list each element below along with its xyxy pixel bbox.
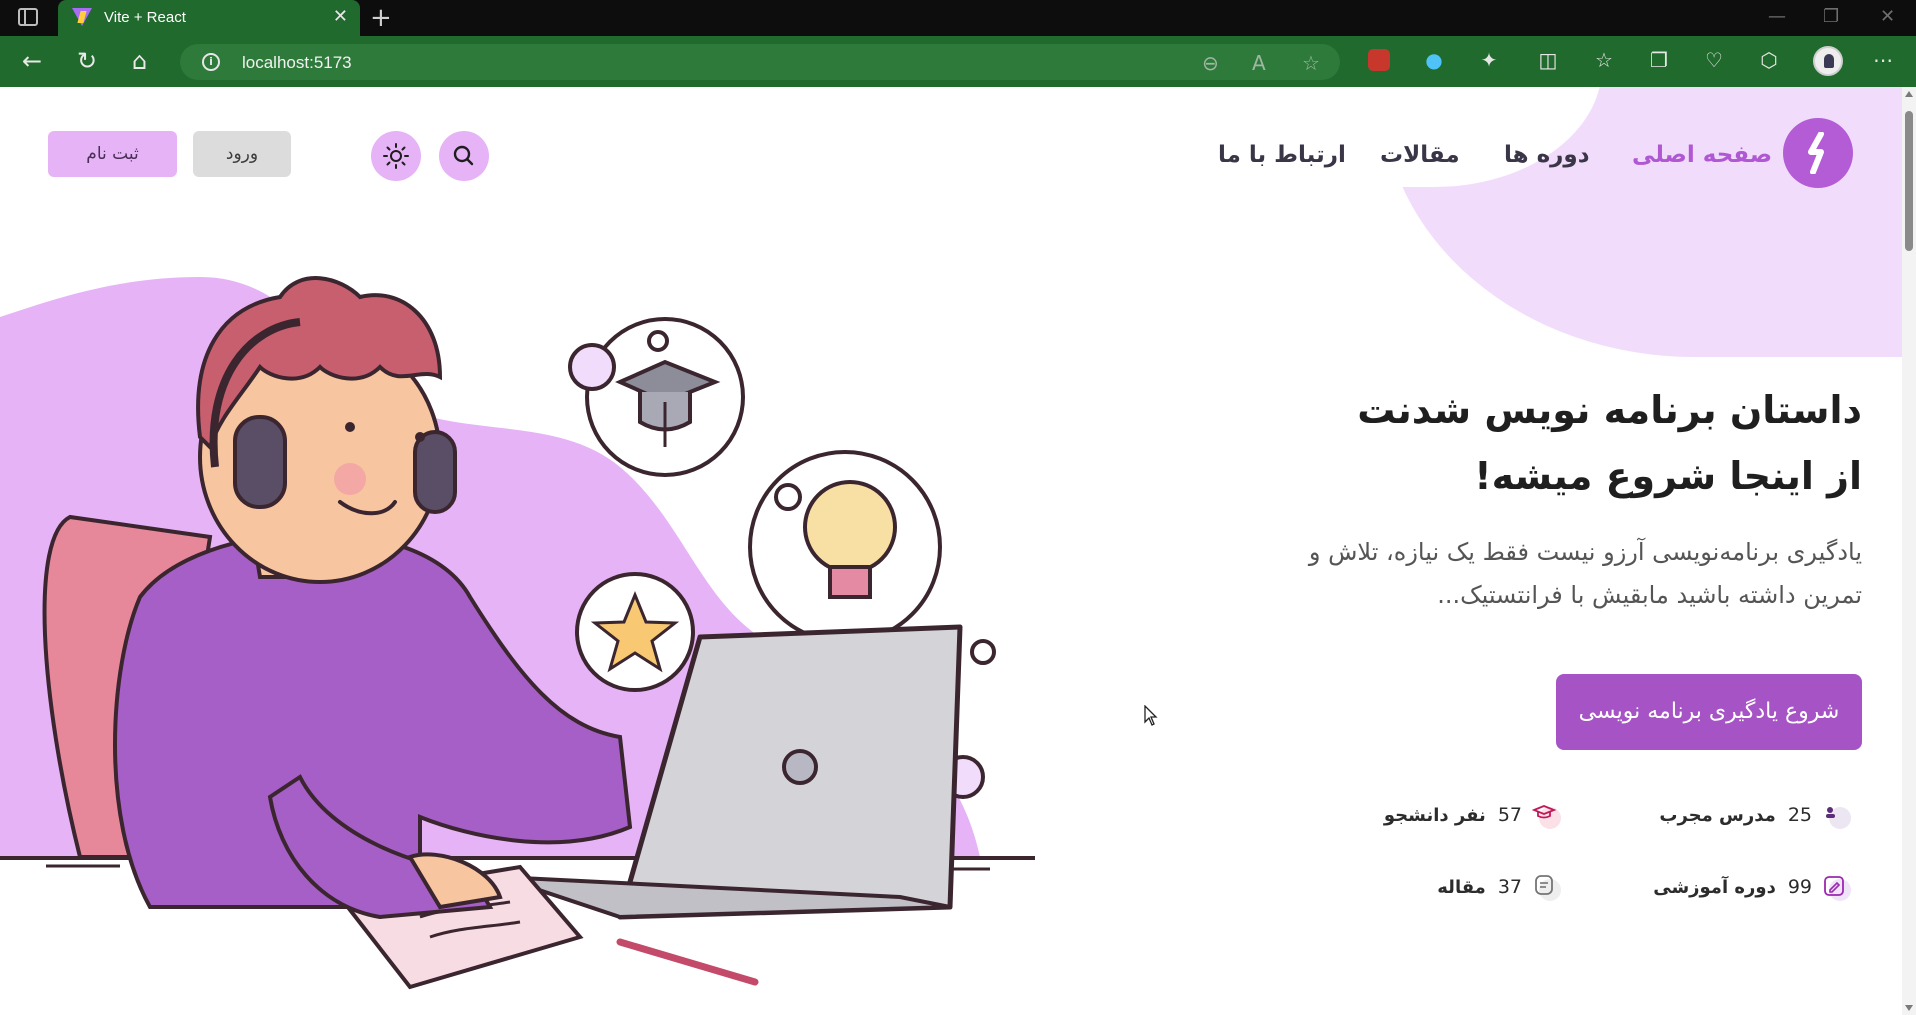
stat-articles-label: مقاله bbox=[1437, 876, 1486, 898]
window-close-icon[interactable]: ✕ bbox=[1880, 6, 1895, 27]
stat-students-label: نفر دانشجو bbox=[1383, 804, 1486, 826]
teacher-icon bbox=[1824, 801, 1852, 829]
collections-icon[interactable]: ❐ bbox=[1646, 47, 1672, 73]
scrollbar-thumb[interactable] bbox=[1905, 111, 1913, 251]
page-viewport: صفحه اصلی دوره ها مقالات ارتباط با ما ور… bbox=[0, 87, 1916, 1015]
graduation-cap-icon bbox=[1531, 801, 1562, 829]
reload-icon[interactable]: ↻ bbox=[77, 46, 97, 76]
sun-icon bbox=[383, 143, 409, 169]
url-text: localhost:5173 bbox=[242, 53, 352, 72]
hero-description: یادگیری برنامه‌نویسی آرزو نیست فقط یک نی… bbox=[1308, 538, 1862, 609]
nav-contact[interactable]: ارتباط با ما bbox=[1218, 142, 1346, 168]
sidebar-toggle-icon[interactable] bbox=[18, 8, 38, 26]
favorites-icon[interactable]: ☆ bbox=[1591, 47, 1617, 73]
search-icon bbox=[453, 145, 474, 166]
mouse-cursor-icon bbox=[1144, 705, 1158, 726]
site-logo[interactable] bbox=[1783, 118, 1853, 188]
hero-title-line-2: از اینجا شروع میشه! bbox=[1474, 454, 1862, 498]
pencil-edit-icon bbox=[1824, 873, 1852, 901]
scroll-up-icon[interactable] bbox=[1905, 91, 1913, 97]
search-button[interactable] bbox=[439, 131, 489, 181]
hero-illustration bbox=[0, 276, 1035, 990]
hero-title-line-1: داستان برنامه نویس شدنت bbox=[1357, 388, 1862, 432]
more-icon[interactable]: ⋯ bbox=[1870, 47, 1896, 73]
zoom-out-icon[interactable]: ⊖ bbox=[1202, 51, 1219, 75]
stat-teachers-label: مدرس مجرب bbox=[1659, 804, 1776, 826]
split-screen-icon[interactable]: ◫ bbox=[1535, 47, 1561, 73]
article-icon bbox=[1534, 873, 1562, 901]
restore-icon[interactable]: ❐ bbox=[1823, 6, 1839, 27]
read-aloud-icon[interactable]: A bbox=[1252, 51, 1266, 75]
stat-courses-value: 99 bbox=[1787, 876, 1812, 898]
extension-red-icon[interactable] bbox=[1368, 49, 1390, 71]
tab-title: Vite + React bbox=[104, 9, 186, 26]
logo-mark-icon bbox=[1808, 132, 1824, 174]
stat-students-value: 57 bbox=[1497, 804, 1522, 826]
stat-courses-label: دوره آموزشی bbox=[1653, 876, 1776, 898]
back-icon[interactable]: ← bbox=[22, 46, 42, 76]
browser-tab[interactable]: Vite + React ✕ bbox=[58, 0, 360, 36]
info-icon[interactable]: i bbox=[202, 53, 220, 71]
favorite-star-icon[interactable]: ☆ bbox=[1302, 51, 1320, 75]
pen bbox=[616, 938, 759, 986]
home-icon[interactable]: ⌂ bbox=[132, 46, 147, 76]
extension-globe-icon[interactable]: ● bbox=[1421, 47, 1447, 73]
address-bar[interactable]: i localhost:5173 ⊖ A ☆ bbox=[180, 44, 1340, 80]
stat-articles: 37 مقاله bbox=[1437, 873, 1562, 901]
nav-articles[interactable]: مقالات bbox=[1380, 142, 1460, 168]
stat-courses: 99 دوره آموزشی bbox=[1653, 873, 1852, 901]
headphone-left bbox=[233, 415, 287, 509]
stat-teachers: 25 مدرس مجرب bbox=[1659, 801, 1852, 829]
copilot-icon[interactable]: ⬡ bbox=[1756, 47, 1782, 73]
extension-icon[interactable]: ✦ bbox=[1476, 47, 1502, 73]
tab-close-icon[interactable]: ✕ bbox=[333, 6, 348, 27]
start-learning-button[interactable]: شروع یادگیری برنامه نویسی bbox=[1556, 674, 1862, 750]
login-button[interactable]: ورود bbox=[193, 131, 291, 177]
vite-favicon-icon bbox=[72, 8, 92, 26]
browser-tab-bar: Vite + React ✕ + — ❐ ✕ bbox=[0, 0, 1916, 36]
theme-toggle-button[interactable] bbox=[371, 131, 421, 181]
new-tab-button[interactable]: + bbox=[370, 3, 392, 33]
browser-toolbar: ← ↻ ⌂ i localhost:5173 ⊖ A ☆ ● ✦ ◫ ☆ ❐ ♡… bbox=[0, 36, 1916, 87]
nav-courses[interactable]: دوره ها bbox=[1504, 142, 1590, 168]
performance-icon[interactable]: ♡ bbox=[1701, 47, 1727, 73]
profile-icon[interactable] bbox=[1813, 46, 1843, 76]
scroll-down-icon[interactable] bbox=[1905, 1005, 1913, 1011]
minimize-icon[interactable]: — bbox=[1768, 6, 1786, 27]
page-scrollbar[interactable] bbox=[1902, 87, 1916, 1015]
stat-teachers-value: 25 bbox=[1787, 804, 1812, 826]
register-button[interactable]: ثبت نام bbox=[48, 131, 177, 177]
stat-articles-value: 37 bbox=[1497, 876, 1522, 898]
stat-students: 57 نفر دانشجو bbox=[1384, 801, 1562, 829]
nav-home[interactable]: صفحه اصلی bbox=[1632, 142, 1772, 168]
hero-title: داستان برنامه نویس شدنت از اینجا شروع می… bbox=[1357, 377, 1862, 509]
